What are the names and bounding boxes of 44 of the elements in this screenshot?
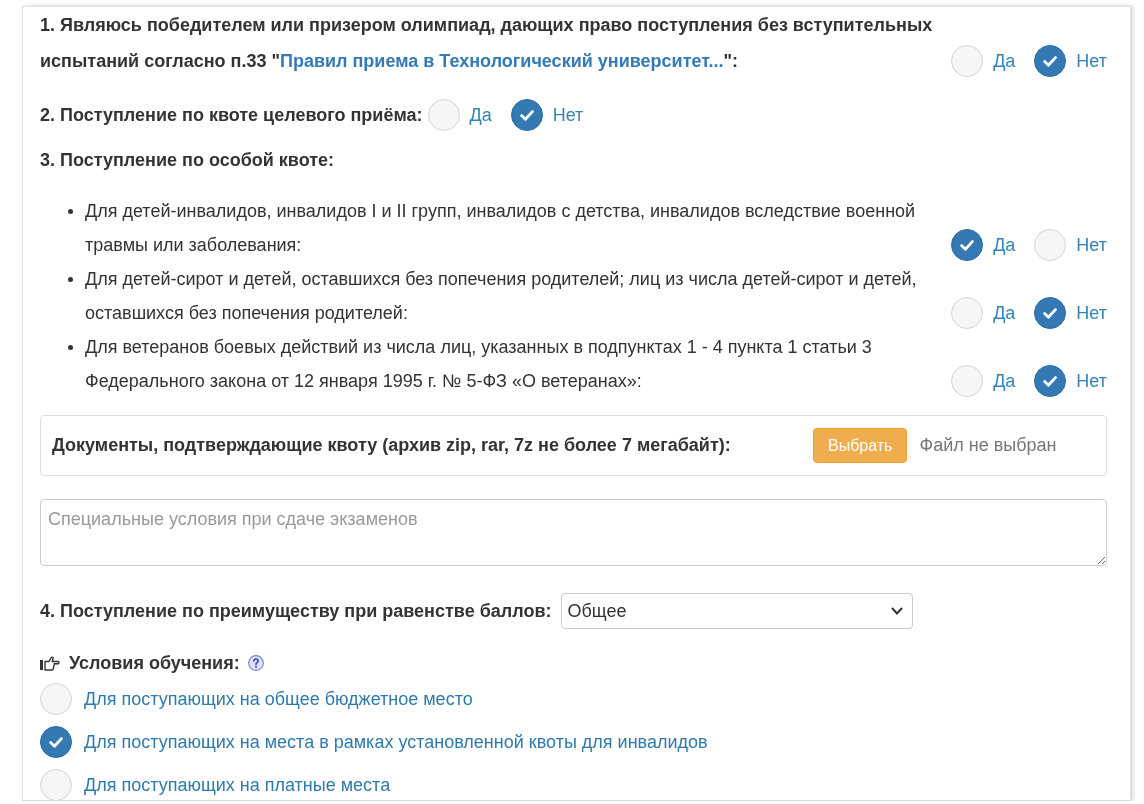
- option-label[interactable]: Нет: [1076, 228, 1107, 262]
- chevron-down-icon: [891, 607, 904, 615]
- special-conditions-field[interactable]: Специальные условия при сдаче экзаменов: [40, 499, 1107, 566]
- radio-button[interactable]: [510, 99, 543, 131]
- check-icon: [1043, 307, 1058, 319]
- option-label[interactable]: Нет: [1076, 296, 1107, 330]
- option-label[interactable]: Да: [469, 97, 492, 133]
- advantage-dropdown[interactable]: Общее: [561, 593, 914, 629]
- bullet-icon: [68, 277, 73, 282]
- option-label[interactable]: Для поступающих на общее бюджетное место: [84, 685, 473, 713]
- radio-button[interactable]: [1034, 45, 1067, 77]
- documents-label: Документы, подтверждающие квоту (архив zip, rar, 7z не более 7 мегабайт):: [52, 434, 732, 457]
- rules-link[interactable]: Правил приема в Технологический университет...: [279, 51, 724, 71]
- radio-button[interactable]: [1034, 297, 1067, 329]
- section-heading: Условия обучения:: [69, 652, 240, 675]
- question-text: 4. Поступление по преимуществу при равенстве баллов:: [40, 599, 552, 623]
- quota-item-text: Для ветеранов боевых действий из числа лиц, указанных в подпунктах 1 - 4 пункта 1 статьи 3 Федерального закона от 12 января 1995 г. № 5-ФЗ «О ветеранах»:: [85, 336, 873, 393]
- option-label[interactable]: Нет: [1076, 43, 1107, 79]
- radio-button[interactable]: [951, 229, 984, 261]
- radio-button[interactable]: [40, 726, 72, 758]
- bullet-icon: [68, 345, 73, 350]
- question-heading: 3. Поступление по особой квоте:: [40, 149, 336, 172]
- option-label[interactable]: Да: [993, 228, 1016, 262]
- pointing-hand-icon: [40, 655, 60, 671]
- check-icon: [519, 109, 534, 121]
- option-label[interactable]: Нет: [552, 97, 584, 133]
- option-label[interactable]: Для поступающих на места в рамках установленной квоты для инвалидов: [84, 728, 708, 756]
- option-label[interactable]: Да: [993, 364, 1016, 398]
- quota-item-text: Для детей-сирот и детей, оставшихся без попечения родителей; лиц из числа детей-сирот и детей, оставшихся без попечения родителей:: [85, 268, 918, 325]
- option-label[interactable]: Для поступающих на платные места: [84, 771, 391, 799]
- bullet-icon: [68, 209, 73, 214]
- option-label[interactable]: Да: [993, 296, 1016, 330]
- check-icon: [1043, 55, 1058, 67]
- quota-item-text: Для детей-инвалидов, инвалидов I и II групп, инвалидов с детства, инвалидов вследствие военной травмы или заболевания:: [85, 200, 917, 257]
- file-status-text: Файл не выбран: [919, 434, 1057, 457]
- check-icon: [49, 736, 63, 748]
- check-icon: [960, 239, 975, 251]
- option-label[interactable]: Нет: [1076, 364, 1107, 398]
- option-label[interactable]: Да: [993, 43, 1016, 79]
- question-text: 2. Поступление по квоте целевого приёма:: [40, 104, 423, 127]
- help-icon[interactable]: [247, 655, 264, 671]
- check-icon: [1043, 375, 1058, 387]
- question-text: 1. Являюсь победителем или призером олимпиад, дающих право поступления без вступительных испытаний согласно п.33 "Правил приема в Технологический университет...":: [40, 14, 934, 73]
- radio-button[interactable]: [1034, 365, 1067, 397]
